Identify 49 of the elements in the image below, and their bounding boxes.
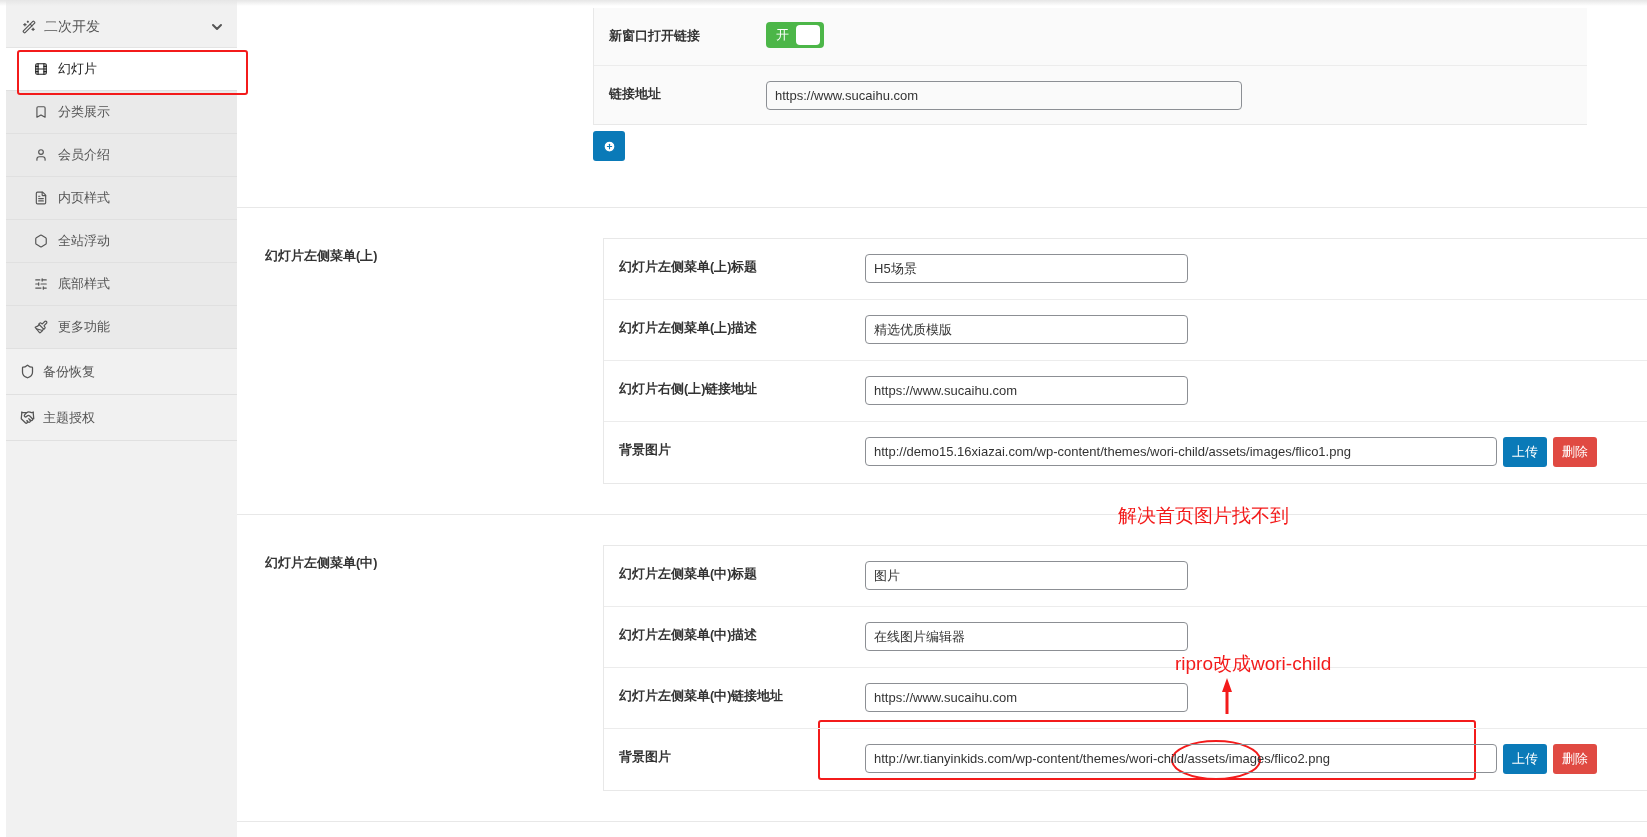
text-field[interactable]: https://www.sucaihu.com [766,81,1242,110]
wand-icon [22,19,36,34]
annotation-text: ripro改成wori-child [1175,652,1332,676]
field-label: 背景图片 [618,442,672,459]
section-title: 幻灯片左侧菜单(上) [265,248,379,265]
image-url-field[interactable]: http://demo15.16xiazai.com/wp-content/themes/wori-child/assets/images/flico1.png [865,437,1497,466]
field-label: 幻灯片左侧菜单(中)标题 [618,566,759,583]
field-label: 幻灯片左侧菜单(中)链接地址 [618,688,785,705]
item-icon [34,148,48,162]
sidebar-item[interactable]: 更多功能 [6,306,237,349]
delete-button[interactable]: 删除 [1553,744,1597,774]
sidebar-item[interactable]: 全站浮动 [6,220,237,263]
field-label: 背景图片 [618,749,672,766]
annotation-text: 解决首页图片找不到 [1118,504,1289,528]
sidebar-item[interactable]: 会员介绍 [6,134,237,177]
item-icon [34,191,48,205]
field-label: 新窗口打开链接 [608,27,701,45]
item-icon [34,105,48,119]
item-icon [20,364,35,379]
sidebar-item[interactable]: 底部样式 [6,263,237,306]
item-icon [34,234,48,248]
arrow-icon [1220,678,1234,714]
group-label: 二次开发 [44,17,101,36]
text-field[interactable]: https://www.sucaihu.com [865,376,1188,405]
upload-button[interactable]: 上传 [1503,744,1547,774]
text-field[interactable]: H5场景 [865,254,1188,283]
sidebar-item[interactable]: 幻灯片 [6,48,237,91]
field-label: 链接地址 [607,86,662,103]
item-icon [20,410,35,425]
text-field[interactable]: 图片 [865,561,1188,590]
text-field[interactable]: 精选优质模版 [865,315,1188,344]
item-icon [34,320,48,334]
text-field[interactable]: https://www.sucaihu.com [865,683,1188,712]
sidebar-item[interactable]: 内页样式 [6,177,237,220]
text-field[interactable]: 在线图片编辑器 [865,622,1188,651]
field-label: 幻灯片左侧菜单(中)描述 [618,627,759,644]
sidebar-item[interactable]: 主题授权 [6,395,237,441]
field-label: 幻灯片左侧菜单(上)描述 [618,320,759,337]
plus-icon [602,139,616,153]
sidebar-item[interactable]: 分类展示 [6,91,237,134]
add-button[interactable] [593,131,625,161]
sidebar-item[interactable]: 备份恢复 [6,349,237,395]
upload-button[interactable]: 上传 [1503,437,1547,467]
item-icon [34,62,48,76]
delete-button[interactable]: 删除 [1553,437,1597,467]
section-title: 幻灯片左侧菜单(中) [265,555,379,572]
item-icon [34,277,48,291]
field-label: 幻灯片右侧(上)链接地址 [618,381,759,398]
field-label: 幻灯片左侧菜单(上)标题 [618,259,759,276]
